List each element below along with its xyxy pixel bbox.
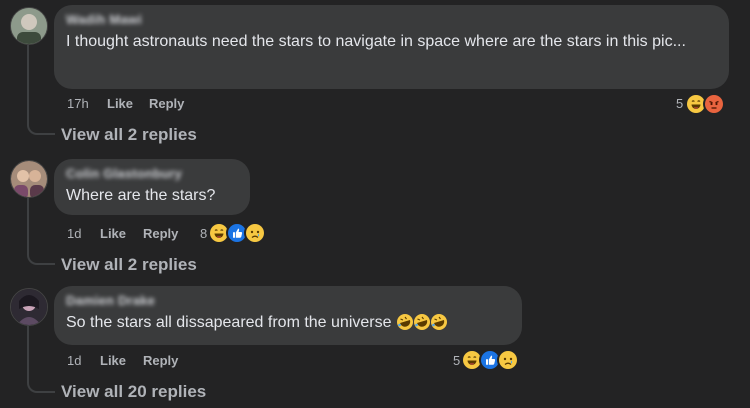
sad-emoji-icon bbox=[497, 349, 519, 371]
view-replies-link[interactable]: View all 2 replies bbox=[61, 255, 197, 275]
rofl-emoji-icon bbox=[414, 314, 430, 330]
comment-timestamp[interactable]: 1d bbox=[67, 353, 81, 369]
comment-author[interactable]: Damien Drake bbox=[66, 293, 510, 309]
reply-button[interactable]: Reply bbox=[149, 96, 184, 112]
comment-text: Where are the stars? bbox=[66, 187, 216, 204]
thread-connector bbox=[27, 45, 55, 135]
sad-emoji-icon bbox=[244, 222, 266, 244]
rofl-emoji-icon bbox=[397, 314, 413, 330]
avatar-image-icon bbox=[11, 161, 47, 197]
comment-timestamp[interactable]: 1d bbox=[67, 226, 81, 242]
thread-connector bbox=[27, 198, 55, 265]
comment-author[interactable]: Colin Glastonbury bbox=[66, 166, 238, 182]
comment-text-content: So the stars all dissapeared from the un… bbox=[66, 314, 392, 331]
like-button[interactable]: Like bbox=[100, 226, 126, 242]
comment-actions: 1d Like Reply bbox=[67, 226, 317, 242]
comment-bubble: Damien Drake So the stars all dissapeare… bbox=[54, 286, 522, 345]
reaction-summary[interactable]: 5 bbox=[453, 349, 525, 371]
like-button[interactable]: Like bbox=[107, 96, 133, 112]
angry-emoji-icon bbox=[703, 93, 725, 115]
avatar-image-icon bbox=[11, 8, 47, 44]
reply-button[interactable]: Reply bbox=[143, 226, 178, 242]
avatar-image-icon bbox=[11, 289, 47, 325]
comment-actions: 17h Like Reply bbox=[67, 96, 737, 112]
rofl-emoji-icon bbox=[431, 314, 447, 330]
view-replies-link[interactable]: View all 20 replies bbox=[61, 382, 206, 402]
comment-bubble: Wadih Mawi I thought astronauts need the… bbox=[54, 5, 729, 89]
reaction-summary[interactable]: 8 bbox=[200, 222, 272, 244]
avatar[interactable] bbox=[10, 288, 48, 326]
comment-text: I thought astronauts need the stars to n… bbox=[66, 33, 686, 50]
reaction-count: 5 bbox=[453, 353, 461, 368]
comment-text: So the stars all dissapeared from the un… bbox=[66, 311, 510, 334]
avatar[interactable] bbox=[10, 160, 48, 198]
comment-author[interactable]: Wadih Mawi bbox=[66, 12, 717, 28]
comment-actions: 1d Like Reply bbox=[67, 353, 317, 369]
reaction-summary[interactable]: 5 bbox=[676, 93, 736, 115]
reply-button[interactable]: Reply bbox=[143, 353, 178, 369]
comment-bubble: Colin Glastonbury Where are the stars? bbox=[54, 159, 250, 215]
comment-timestamp[interactable]: 17h bbox=[67, 96, 89, 112]
like-button[interactable]: Like bbox=[100, 353, 126, 369]
avatar[interactable] bbox=[10, 7, 48, 45]
reaction-count: 5 bbox=[676, 96, 684, 111]
view-replies-link[interactable]: View all 2 replies bbox=[61, 125, 197, 145]
reaction-count: 8 bbox=[200, 226, 208, 241]
thread-connector bbox=[27, 325, 55, 393]
